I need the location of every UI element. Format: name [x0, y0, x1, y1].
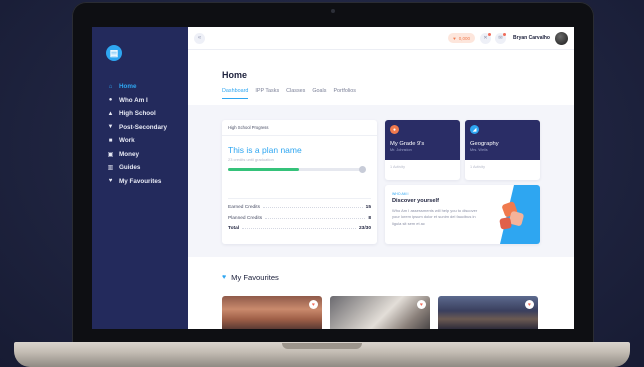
- credits-label: Planned Credits: [228, 215, 263, 221]
- heart-coin-icon: ♥: [453, 35, 456, 41]
- leader-dots: [263, 205, 363, 208]
- credits-value: 23/30: [358, 226, 371, 231]
- sidebar: ▤ ⌂ Home ● Who Am I ▲ High School ▼ Post-Second…: [92, 27, 188, 329]
- leader-dots: [265, 216, 366, 219]
- sidebar-item-label: Money: [119, 150, 139, 158]
- sidebar-item-who-am-i[interactable]: ● Who Am I: [92, 94, 188, 108]
- coins-badge[interactable]: ♥ 0,000: [448, 33, 476, 43]
- heart-icon: ♥: [108, 178, 113, 185]
- tab-classes[interactable]: Classes: [286, 88, 305, 99]
- favourites-title: My Favourites: [231, 273, 279, 282]
- main-content: « ♥ 0,000 ✕ ✉ Bryan Carvalho Home Dashbo…: [188, 27, 574, 329]
- heart-icon: ♥: [222, 274, 227, 281]
- class-name: My Grade 9's: [390, 141, 425, 147]
- coins-value: 0,000: [458, 35, 471, 41]
- progress-bar: [228, 166, 366, 173]
- favourite-tile[interactable]: ♥: [330, 296, 430, 329]
- camera: [331, 9, 335, 13]
- credits-value: 15: [365, 205, 371, 210]
- sidebar-item-high-school[interactable]: ▲ High School: [92, 107, 188, 121]
- tab-ipp-tasks[interactable]: IPP Tasks: [255, 88, 279, 99]
- tab-goals[interactable]: Goals: [312, 88, 326, 99]
- page-title: Home: [222, 70, 248, 80]
- sidebar-item-label: Home: [119, 83, 137, 91]
- collapse-sidebar-icon[interactable]: «: [194, 32, 205, 44]
- class-teacher: Mrs. Wells: [470, 148, 488, 152]
- leader-dots: [242, 226, 356, 229]
- credits-row: Planned Credits 8: [228, 216, 371, 227]
- sidebar-item-label: My Favourites: [119, 177, 162, 185]
- sidebar-item-guides[interactable]: ▥ Guides: [92, 161, 188, 175]
- sidebar-item-work[interactable]: ■ Work: [92, 134, 188, 148]
- message-dot: [503, 32, 507, 36]
- avatar[interactable]: [555, 31, 568, 45]
- class-card-header: ◢ Geography Mrs. Wells: [465, 120, 540, 160]
- favourite-heart-icon[interactable]: ♥: [309, 300, 318, 309]
- tab-portfolios[interactable]: Portfolios: [333, 88, 355, 99]
- class-teacher: Mr. Johnston: [390, 148, 412, 152]
- credits-row: Total 23/30: [228, 226, 371, 237]
- progress-bar-fill: [228, 168, 299, 171]
- credits-label: Earned Credits: [228, 205, 260, 210]
- user-name[interactable]: Bryan Carvalho: [513, 35, 550, 41]
- class-icon: ◢: [470, 125, 479, 134]
- favourites-section: ♥ My Favourites ♥ ♥ ♥: [188, 257, 574, 329]
- sidebar-item-home[interactable]: ⌂ Home: [92, 80, 188, 94]
- class-icon: ●: [390, 125, 399, 134]
- favourite-heart-icon[interactable]: ♥: [417, 300, 426, 309]
- page-header: Home Dashboard IPP Tasks Classes Goals Portf…: [188, 50, 574, 105]
- discover-yourself-card[interactable]: WHO AM I Discover yourself Who Am I asse…: [385, 185, 540, 244]
- sidebar-item-my-favourites[interactable]: ♥ My Favourites: [92, 175, 188, 189]
- class-card-grade9[interactable]: ● My Grade 9's Mr. Johnston 1 Activity: [385, 120, 460, 180]
- book-icon: ▥: [107, 165, 114, 172]
- person-icon: ●: [108, 97, 113, 104]
- sidebar-item-label: Post-Secondary: [119, 123, 167, 131]
- app-screen: ▤ ⌂ Home ● Who Am I ▲ High School ▼ Post-Second…: [92, 27, 574, 329]
- sidebar-item-label: High School: [119, 110, 156, 118]
- sidebar-item-label: Who Am I: [119, 96, 148, 104]
- top-bar: « ♥ 0,000 ✕ ✉ Bryan Carvalho: [188, 27, 574, 50]
- discover-body: Who Am I assessments will help you to di…: [392, 208, 478, 226]
- favourites-heading: ♥ My Favourites: [222, 273, 574, 282]
- notification-dot: [488, 32, 492, 36]
- messages-icon[interactable]: ✉: [495, 32, 507, 44]
- plan-name-link[interactable]: This is a plan name: [222, 136, 377, 157]
- sidebar-nav: ⌂ Home ● Who Am I ▲ High School ▼ Post-Secondar…: [92, 80, 188, 188]
- plan-subtitle: 23 credits until graduation: [228, 157, 274, 162]
- credits-list: Earned Credits 15 Planned Credits 8 Total 23/…: [228, 198, 371, 237]
- tab-bar: Dashboard IPP Tasks Classes Goals Portfolios: [222, 88, 574, 99]
- favourite-tile[interactable]: ♥: [438, 296, 538, 329]
- class-activity: 1 Activity: [470, 165, 485, 169]
- class-card-header: ● My Grade 9's Mr. Johnston: [385, 120, 460, 160]
- progress-card-header: High School Progress: [222, 120, 377, 136]
- app-logo[interactable]: ▤: [106, 45, 122, 61]
- class-activity: 1 Activity: [390, 165, 405, 169]
- sidebar-item-post-secondary[interactable]: ▼ Post-Secondary: [92, 121, 188, 135]
- notifications-icon[interactable]: ✕: [480, 32, 492, 44]
- sidebar-item-label: Work: [119, 137, 135, 145]
- home-icon: ⌂: [108, 83, 113, 90]
- puzzle-illustration: [499, 185, 540, 244]
- favourite-tile[interactable]: ♥: [222, 296, 322, 329]
- progress-bar-end: [359, 166, 366, 173]
- laptop-notch: [282, 343, 362, 349]
- school-icon: ▲: [107, 110, 114, 117]
- favourite-heart-icon[interactable]: ♥: [525, 300, 534, 309]
- high-school-progress-card: High School Progress This is a plan name…: [222, 120, 377, 244]
- tab-dashboard[interactable]: Dashboard: [222, 88, 249, 99]
- graduation-icon: ▼: [107, 124, 114, 131]
- sidebar-item-money[interactable]: ▣ Money: [92, 148, 188, 162]
- money-icon: ▣: [107, 151, 114, 158]
- class-card-geography[interactable]: ◢ Geography Mrs. Wells 1 Activity: [465, 120, 540, 180]
- credits-row: Earned Credits 15: [228, 205, 371, 216]
- briefcase-icon: ■: [108, 137, 113, 144]
- credits-label: Total: [228, 226, 240, 231]
- credits-value: 8: [368, 215, 371, 221]
- class-name: Geography: [470, 141, 499, 147]
- sidebar-item-label: Guides: [119, 164, 141, 172]
